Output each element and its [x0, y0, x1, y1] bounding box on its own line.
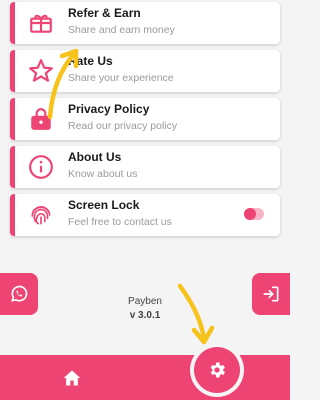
menu-item-screen-lock[interactable]: Screen Lock Feel free to contact us: [10, 194, 280, 236]
toggle-knob: [244, 208, 256, 220]
menu-item-title: About Us: [68, 150, 122, 164]
menu-item-subtitle: Share and earn money: [68, 24, 175, 36]
card-accent-bar: [10, 98, 15, 140]
menu-item-privacy-policy[interactable]: Privacy Policy Read our privacy policy: [10, 98, 280, 140]
menu-item-title: Rate Us: [68, 54, 113, 68]
menu-item-subtitle: Share your experience: [68, 72, 174, 84]
fingerprint-icon: [28, 202, 54, 228]
star-icon: [28, 58, 54, 84]
app-version: v 3.0.1: [129, 310, 161, 321]
whatsapp-button[interactable]: [0, 273, 38, 315]
card-accent-bar: [10, 146, 15, 188]
card-accent-bar: [10, 2, 15, 44]
menu-item-refer-earn[interactable]: Refer & Earn Share and earn money: [10, 2, 280, 44]
menu-item-subtitle: Read our privacy policy: [68, 120, 178, 132]
card-accent-bar: [10, 50, 15, 92]
app-name: Payben: [128, 296, 162, 307]
menu-item-subtitle: Feel free to contact us: [68, 216, 172, 228]
menu-item-title: Refer & Earn: [68, 6, 141, 20]
settings-button[interactable]: [194, 347, 240, 393]
menu-item-rate-us[interactable]: Rate Us Share your experience: [10, 50, 280, 92]
menu-item-title: Privacy Policy: [68, 102, 150, 116]
menu-item-subtitle: Know about us: [68, 168, 138, 180]
info-icon: [28, 154, 54, 180]
logout-button[interactable]: [252, 273, 290, 315]
gift-icon: [28, 10, 54, 36]
menu-item-title: Screen Lock: [68, 198, 140, 212]
lock-icon: [28, 106, 54, 132]
screen-lock-toggle[interactable]: [244, 208, 264, 220]
card-accent-bar: [10, 194, 15, 236]
home-icon: [63, 370, 81, 386]
menu-item-about-us[interactable]: About Us Know about us: [10, 146, 280, 188]
bottom-nav-bar: [0, 355, 290, 400]
gear-icon: [210, 362, 225, 378]
